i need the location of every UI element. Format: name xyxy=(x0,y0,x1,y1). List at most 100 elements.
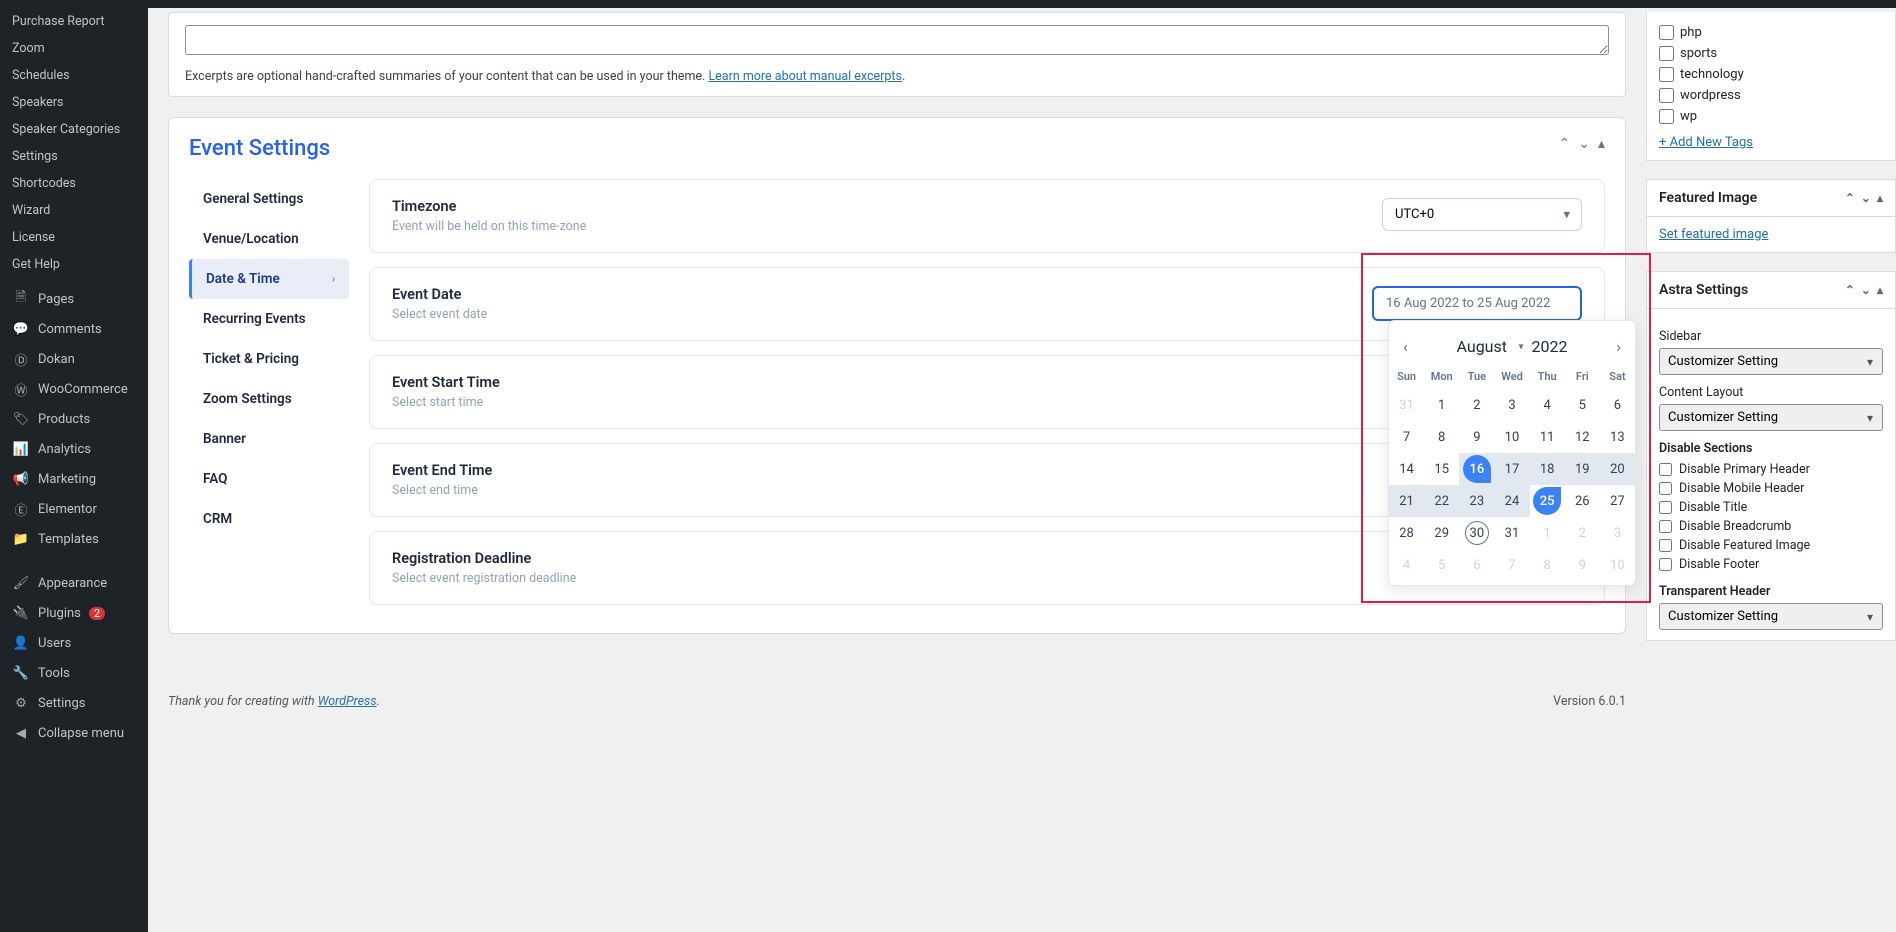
sidebar-item-wizard[interactable]: Wizard xyxy=(0,197,148,224)
sidebar-item-users[interactable]: 👤Users xyxy=(0,628,148,658)
calendar-day[interactable]: 9 xyxy=(1459,421,1494,453)
tag-checkbox-wordpress[interactable]: wordpress xyxy=(1659,85,1883,106)
sidebar-item-marketing[interactable]: 📢Marketing xyxy=(0,464,148,494)
add-new-tags-link[interactable]: + Add New Tags xyxy=(1659,135,1753,150)
event-date-input[interactable] xyxy=(1372,286,1582,321)
panel-down-icon[interactable]: ⌄ xyxy=(1578,136,1590,152)
calendar-day[interactable]: 9 xyxy=(1565,549,1600,581)
tab-crm[interactable]: CRM xyxy=(189,499,349,539)
checkbox[interactable] xyxy=(1659,463,1672,476)
calendar-day[interactable]: 1 xyxy=(1530,517,1565,549)
calendar-day[interactable]: 10 xyxy=(1600,549,1635,581)
calendar-day[interactable]: 30 xyxy=(1459,517,1494,549)
sidebar-item-analytics[interactable]: 📊Analytics xyxy=(0,434,148,464)
calendar-day[interactable]: 31 xyxy=(1389,389,1424,421)
tab-date-time[interactable]: Date & Time› xyxy=(189,259,349,299)
excerpt-help-link[interactable]: Learn more about manual excerpts xyxy=(708,69,902,84)
tag-checkbox-sports[interactable]: sports xyxy=(1659,43,1883,64)
astra-disable-disable-mobile-header[interactable]: Disable Mobile Header xyxy=(1659,479,1883,498)
tab-banner[interactable]: Banner xyxy=(189,419,349,459)
calendar-day[interactable]: 7 xyxy=(1494,549,1529,581)
tag-checkbox-php[interactable]: php xyxy=(1659,22,1883,43)
sidebar-item-zoom[interactable]: Zoom xyxy=(0,35,148,62)
tab-recurring-events[interactable]: Recurring Events xyxy=(189,299,349,339)
astra-up-icon[interactable]: ⌃ xyxy=(1845,283,1855,297)
calendar-day[interactable]: 8 xyxy=(1530,549,1565,581)
checkbox[interactable] xyxy=(1659,88,1674,103)
calendar-day[interactable]: 19 xyxy=(1565,453,1600,485)
calendar-month-select[interactable]: August xyxy=(1457,337,1524,356)
sidebar-item-appearance[interactable]: 🖌Appearance xyxy=(0,568,148,598)
featured-up-icon[interactable]: ⌃ xyxy=(1845,191,1855,205)
tab-zoom-settings[interactable]: Zoom Settings xyxy=(189,379,349,419)
checkbox[interactable] xyxy=(1659,558,1672,571)
sidebar-item-speaker-categories[interactable]: Speaker Categories xyxy=(0,116,148,143)
sidebar-item-purchase-report[interactable]: Purchase Report xyxy=(0,8,148,35)
checkbox[interactable] xyxy=(1659,539,1672,552)
calendar-day[interactable]: 26 xyxy=(1565,485,1600,517)
calendar-next-icon[interactable]: › xyxy=(1612,333,1625,360)
sidebar-item-tools[interactable]: 🔧Tools xyxy=(0,658,148,688)
calendar-day[interactable]: 15 xyxy=(1424,453,1459,485)
calendar-day[interactable]: 25 xyxy=(1530,485,1565,517)
calendar-day[interactable]: 6 xyxy=(1600,389,1635,421)
calendar-day[interactable]: 21 xyxy=(1389,485,1424,517)
astra-transparent-select[interactable]: Customizer Setting xyxy=(1659,603,1883,630)
sidebar-item-templates[interactable]: 📁Templates xyxy=(0,524,148,554)
checkbox[interactable] xyxy=(1659,482,1672,495)
sidebar-item-woocommerce[interactable]: ⓌWooCommerce xyxy=(0,374,148,404)
sidebar-item-collapse-menu[interactable]: ◀Collapse menu xyxy=(0,718,148,748)
astra-sidebar-select[interactable]: Customizer Setting xyxy=(1659,348,1883,375)
tag-checkbox-technology[interactable]: technology xyxy=(1659,64,1883,85)
calendar-day[interactable]: 3 xyxy=(1600,517,1635,549)
calendar-day[interactable]: 12 xyxy=(1565,421,1600,453)
tab-venue-location[interactable]: Venue/Location xyxy=(189,219,349,259)
calendar-day[interactable]: 4 xyxy=(1530,389,1565,421)
calendar-day[interactable]: 1 xyxy=(1424,389,1459,421)
calendar-day[interactable]: 4 xyxy=(1389,549,1424,581)
timezone-select[interactable]: UTC+0 xyxy=(1382,198,1582,231)
calendar-day[interactable]: 27 xyxy=(1600,485,1635,517)
astra-layout-select[interactable]: Customizer Setting xyxy=(1659,404,1883,431)
featured-toggle-icon[interactable]: ▴ xyxy=(1877,191,1883,205)
tab-faq[interactable]: FAQ xyxy=(189,459,349,499)
astra-disable-disable-footer[interactable]: Disable Footer xyxy=(1659,555,1883,574)
astra-down-icon[interactable]: ⌄ xyxy=(1861,283,1871,297)
calendar-day[interactable]: 17 xyxy=(1494,453,1529,485)
calendar-day[interactable]: 11 xyxy=(1530,421,1565,453)
featured-down-icon[interactable]: ⌄ xyxy=(1861,191,1871,205)
footer-wordpress-link[interactable]: WordPress xyxy=(318,694,377,709)
calendar-day[interactable]: 22 xyxy=(1424,485,1459,517)
checkbox[interactable] xyxy=(1659,25,1674,40)
calendar-day[interactable]: 29 xyxy=(1424,517,1459,549)
calendar-day[interactable]: 23 xyxy=(1459,485,1494,517)
sidebar-item-settings[interactable]: ⚙Settings xyxy=(0,688,148,718)
calendar-day[interactable]: 16 xyxy=(1459,453,1494,485)
calendar-day[interactable]: 14 xyxy=(1389,453,1424,485)
sidebar-item-elementor[interactable]: ⒺElementor xyxy=(0,494,148,524)
checkbox[interactable] xyxy=(1659,67,1674,82)
calendar-day[interactable]: 3 xyxy=(1494,389,1529,421)
sidebar-item-plugins[interactable]: 🔌Plugins2 xyxy=(0,598,148,628)
sidebar-item-settings[interactable]: Settings xyxy=(0,143,148,170)
astra-disable-disable-title[interactable]: Disable Title xyxy=(1659,498,1883,517)
sidebar-item-comments[interactable]: 💬Comments xyxy=(0,314,148,344)
calendar-day[interactable]: 2 xyxy=(1459,389,1494,421)
calendar-day[interactable]: 13 xyxy=(1600,421,1635,453)
sidebar-item-dokan[interactable]: ⒹDokan xyxy=(0,344,148,374)
calendar-prev-icon[interactable]: ‹ xyxy=(1399,333,1412,360)
sidebar-item-products[interactable]: 🏷Products xyxy=(0,404,148,434)
calendar-day[interactable]: 6 xyxy=(1459,549,1494,581)
sidebar-item-schedules[interactable]: Schedules xyxy=(0,62,148,89)
astra-disable-disable-breadcrumb[interactable]: Disable Breadcrumb xyxy=(1659,517,1883,536)
panel-up-icon[interactable]: ⌃ xyxy=(1559,136,1571,152)
calendar-day[interactable]: 28 xyxy=(1389,517,1424,549)
checkbox[interactable] xyxy=(1659,501,1672,514)
panel-toggle-icon[interactable]: ▴ xyxy=(1598,136,1605,152)
checkbox[interactable] xyxy=(1659,520,1672,533)
set-featured-image-link[interactable]: Set featured image xyxy=(1659,227,1768,242)
astra-disable-disable-primary-header[interactable]: Disable Primary Header xyxy=(1659,460,1883,479)
sidebar-item-speakers[interactable]: Speakers xyxy=(0,89,148,116)
sidebar-item-get-help[interactable]: Get Help xyxy=(0,251,148,278)
tag-checkbox-wp[interactable]: wp xyxy=(1659,106,1883,127)
